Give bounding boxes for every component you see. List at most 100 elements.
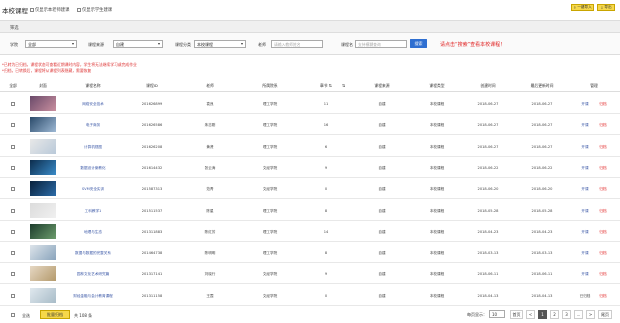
course-cover-image[interactable] xyxy=(30,223,56,239)
source-select[interactable]: 自建 xyxy=(113,40,163,48)
course-name-link[interactable]: 园林文化艺术研究篇 xyxy=(77,272,109,277)
table-row: SVM安全实训 201587313 范青 文经学院 0 自建 本校课程 2018-06-20 2… xyxy=(0,178,620,200)
per-page-label: 每页显示： xyxy=(467,312,487,317)
archive-link[interactable]: 归档 xyxy=(599,294,606,299)
course-name-link[interactable]: 财经金融与会计教育课程 xyxy=(73,294,113,299)
teacher-input[interactable]: 请输入教师姓名 xyxy=(271,40,323,48)
page-button[interactable]: 2 xyxy=(550,310,559,319)
course-cover-image[interactable] xyxy=(30,287,56,303)
course-name-link[interactable]: 网络安全技术 xyxy=(82,102,104,107)
archive-link[interactable]: 归档 xyxy=(599,251,606,256)
row-checkbox[interactable] xyxy=(11,251,15,256)
checkbox[interactable] xyxy=(77,8,81,12)
open-course-link[interactable]: 开课 xyxy=(581,230,588,235)
course-type: 本校课程 xyxy=(429,102,445,106)
course-name-input[interactable]: 支持模糊查询 xyxy=(355,40,407,48)
checkbox[interactable] xyxy=(30,8,34,12)
course-cover-image[interactable] xyxy=(30,202,56,218)
page-button[interactable]: 1 xyxy=(538,310,547,319)
open-course-link[interactable]: 开课 xyxy=(581,251,588,256)
column-header[interactable]: 全部 xyxy=(9,83,17,89)
search-button[interactable]: 搜索 xyxy=(410,39,427,48)
course-source: 自建 xyxy=(378,251,386,256)
import-button[interactable]: ⇪ 一键导入 xyxy=(571,4,594,11)
open-course-link[interactable]: 开课 xyxy=(581,123,588,128)
import-icon: ⇪ xyxy=(573,5,577,10)
export-button[interactable]: ⇩ 导出 xyxy=(597,4,615,11)
open-course-link[interactable]: 开课 xyxy=(581,166,588,171)
course-name-link[interactable]: SVM安全实训 xyxy=(82,187,104,192)
course-cover-image[interactable] xyxy=(30,117,56,133)
course-name-link[interactable]: 计算机视图 xyxy=(84,145,102,150)
teacher-name: 朱志刚 xyxy=(204,123,216,128)
department: 文经学院 xyxy=(262,165,278,170)
row-checkbox[interactable] xyxy=(11,144,15,149)
archive-link[interactable]: 归档 xyxy=(599,123,606,128)
course-cover-image[interactable] xyxy=(30,159,56,175)
course-cover-image[interactable] xyxy=(30,245,56,261)
only-student-courses-option[interactable]: 仅显示学生建课 xyxy=(77,7,112,13)
open-course-link[interactable]: 开课 xyxy=(581,187,588,192)
row-checkbox[interactable] xyxy=(11,293,15,298)
per-page-select[interactable]: 10 xyxy=(489,310,505,318)
archive-link[interactable]: 归档 xyxy=(599,166,606,171)
open-course-link[interactable]: 开课 xyxy=(581,272,588,277)
archive-link[interactable]: 归档 xyxy=(599,230,606,235)
page-button[interactable]: 3 xyxy=(562,310,571,319)
first-page-button[interactable]: 首页 xyxy=(510,310,523,319)
teacher-name: 范青 xyxy=(206,187,214,192)
last-page-button[interactable]: 尾页 xyxy=(598,310,612,319)
archive-link[interactable]: 归档 xyxy=(599,187,606,192)
category-select[interactable]: 本校课程 xyxy=(194,40,246,48)
chevron-down-icon xyxy=(72,43,74,45)
course-name-link[interactable]: 数据与数据的完整关系 xyxy=(75,251,111,256)
sort-icon[interactable]: ⇅ xyxy=(342,83,345,88)
only-teacher-courses-option[interactable]: 仅显示本老师建课 xyxy=(30,7,69,13)
open-course-link[interactable]: 已归档 xyxy=(580,294,591,299)
teacher-name: 刘晓行 xyxy=(204,272,216,277)
course-source: 自建 xyxy=(378,293,386,298)
course-cover-image[interactable] xyxy=(30,96,56,111)
row-checkbox[interactable] xyxy=(11,272,15,277)
course-cover-image[interactable] xyxy=(30,266,56,282)
course-name-link[interactable]: 数据设计案教化 xyxy=(80,166,105,171)
column-header[interactable]: 人数⇅ xyxy=(341,83,345,88)
open-course-link[interactable]: 开课 xyxy=(581,145,588,150)
course-id: 201626208 xyxy=(141,144,163,149)
sort-icon[interactable]: ⇅ xyxy=(329,83,332,88)
open-course-link[interactable]: 开课 xyxy=(581,102,588,107)
course-source: 自建 xyxy=(378,144,386,149)
course-name-link[interactable]: 地理与生态 xyxy=(84,230,102,235)
archive-link[interactable]: 归档 xyxy=(599,102,606,107)
batch-archive-button[interactable]: 批量归档 xyxy=(40,310,70,319)
prev-page-button[interactable]: < xyxy=(526,310,535,319)
page-ellipsis: ... xyxy=(574,310,583,319)
open-course-link[interactable]: 开课 xyxy=(581,209,588,214)
row-checkbox[interactable] xyxy=(11,165,15,170)
next-page-button[interactable]: > xyxy=(586,310,595,319)
archive-link[interactable]: 归档 xyxy=(599,272,606,277)
created-date: 2018-06-20 xyxy=(477,187,499,192)
archive-link[interactable]: 归档 xyxy=(599,209,606,214)
row-checkbox[interactable] xyxy=(11,102,15,106)
select-all-label: 全选 xyxy=(22,313,30,318)
course-cover-image[interactable] xyxy=(30,181,56,197)
row-checkbox[interactable] xyxy=(11,187,15,192)
course-cover-image[interactable] xyxy=(30,138,56,154)
course-name-link[interactable]: 工科教学1 xyxy=(85,209,102,214)
row-checkbox[interactable] xyxy=(11,208,15,213)
school-select[interactable]: 全部 xyxy=(25,40,77,48)
row-checkbox[interactable] xyxy=(11,123,15,128)
created-date: 2018-06-27 xyxy=(477,123,499,128)
select-all-checkbox[interactable] xyxy=(11,313,15,317)
teacher-name: 王霞 xyxy=(206,293,214,298)
course-name-link[interactable]: 电子商务 xyxy=(86,123,100,128)
created-date: 2018-06-27 xyxy=(477,144,499,149)
row-checkbox[interactable] xyxy=(11,229,15,234)
course-type: 本校课程 xyxy=(429,293,445,298)
updated-date: 2018-03-13 xyxy=(531,251,553,256)
column-header[interactable]: 章节⇅ xyxy=(320,83,332,89)
archive-link[interactable]: 归档 xyxy=(599,145,606,150)
source-label: 课程来源 xyxy=(88,42,104,47)
total-count: 共 108 条 xyxy=(74,313,93,318)
